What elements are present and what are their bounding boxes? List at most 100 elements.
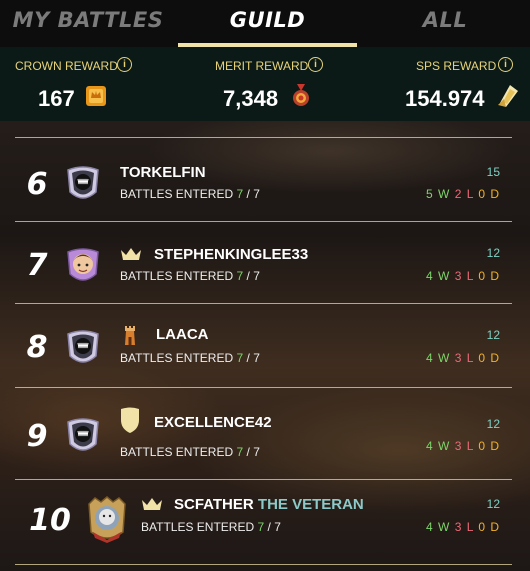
merit-reward-value: 7,348	[223, 86, 279, 111]
tab-guild[interactable]: GUILD	[178, 0, 357, 47]
tab-my-battles[interactable]: MY BATTLES	[0, 0, 176, 47]
shield-icon	[121, 407, 139, 433]
losses: 3 L	[454, 351, 474, 365]
player-name-text: SCFATHER	[174, 496, 254, 513]
draws: 0 D	[478, 439, 500, 453]
battles-entered-label: BATTLES ENTERED	[120, 351, 234, 365]
battles-slash: /	[246, 351, 250, 365]
draws: 0 D	[478, 520, 500, 534]
sps-reward: SPS REWARD i 154.974	[360, 47, 530, 121]
merit-reward-label: MERIT REWARD	[215, 59, 309, 73]
veteran-avatar-icon	[88, 496, 126, 543]
player-name-text: EXCELLENCE42	[154, 414, 272, 431]
battles-entered-count: 7	[236, 187, 244, 201]
player-name: TORKELFIN	[120, 164, 206, 181]
wins: 5 W	[426, 187, 451, 201]
battles-entered: BATTLES ENTERED 7 / 7	[141, 520, 281, 534]
win-loss-draw: 4 W 3 L 0 D	[426, 520, 500, 534]
battles-entered-count: 7	[236, 269, 244, 283]
battles-entered-label: BATTLES ENTERED	[141, 520, 255, 534]
battles-entered-count: 7	[257, 520, 265, 534]
crown-icon	[142, 498, 162, 510]
leaderboard-row[interactable]: 10 SCFATHER THE VETERAN BATTLES ENTERED …	[15, 479, 512, 565]
rank-number: 8	[26, 330, 48, 365]
leaderboard-tabs: MY BATTLES GUILD ALL	[0, 0, 530, 47]
battles-entered: BATTLES ENTERED 7 / 7	[120, 187, 260, 201]
crown-reward-info-icon[interactable]: i	[117, 57, 132, 72]
guild-crest-avatar-icon	[67, 166, 99, 199]
battles-entered-count: 7	[236, 445, 244, 459]
tab-all[interactable]: ALL	[360, 0, 530, 47]
guild-crest-avatar-icon	[67, 418, 99, 451]
leaderboard-row[interactable]: 8 LAACA BATTLES ENTERED 7 / 7 12 4 W 3 L…	[15, 303, 512, 388]
crown-token-icon	[86, 86, 106, 106]
battles-entered-count: 7	[236, 351, 244, 365]
merit-medal-icon	[293, 84, 309, 106]
score: 15	[486, 165, 500, 179]
win-loss-draw: 5 W 2 L 0 D	[426, 187, 500, 201]
wins: 4 W	[426, 351, 451, 365]
crown-reward: CROWN REWARD i 167	[0, 47, 176, 121]
battles-total: 7	[253, 187, 260, 201]
battles-entered-label: BATTLES ENTERED	[120, 445, 234, 459]
merit-reward-info-icon[interactable]: i	[308, 57, 323, 72]
leaderboard-row[interactable]: 9 EXCELLENCE42 BATTLES ENTERED 7 / 7 12 …	[15, 387, 512, 480]
battles-slash: /	[246, 187, 250, 201]
player-name-text: STEPHENKINGLEE33	[154, 246, 309, 263]
rank-number: 9	[26, 419, 48, 454]
win-loss-draw: 4 W 3 L 0 D	[426, 439, 500, 453]
battles-total: 7	[253, 351, 260, 365]
win-loss-draw: 4 W 3 L 0 D	[426, 269, 500, 283]
battles-entered-label: BATTLES ENTERED	[120, 187, 234, 201]
player-name: SCFATHER THE VETERAN	[174, 496, 364, 513]
losses: 2 L	[454, 187, 474, 201]
battles-slash: /	[246, 445, 250, 459]
leaderboard-row[interactable]: 6 TORKELFIN BATTLES ENTERED 7 / 7 15 5 W…	[15, 137, 512, 222]
player-name: LAACA	[156, 326, 209, 343]
player-title: THE VETERAN	[257, 496, 364, 513]
player-name-text: TORKELFIN	[120, 164, 206, 181]
battles-total: 7	[253, 269, 260, 283]
battles-entered: BATTLES ENTERED 7 / 7	[120, 445, 260, 459]
crown-reward-value: 167	[38, 86, 75, 111]
rewards-bar: CROWN REWARD i 167 MERIT REWARD i 7,348 …	[0, 47, 530, 121]
merit-reward: MERIT REWARD i 7,348	[178, 47, 357, 121]
score: 12	[486, 246, 500, 260]
rank-number: 7	[26, 248, 48, 283]
sps-reward-label: SPS REWARD	[416, 59, 497, 73]
losses: 3 L	[454, 269, 474, 283]
battles-total: 7	[253, 445, 260, 459]
sps-reward-value: 154.974	[405, 86, 485, 111]
draws: 0 D	[478, 351, 500, 365]
score: 12	[486, 417, 500, 431]
battles-slash: /	[246, 269, 250, 283]
guild-crest-avatar-icon	[67, 330, 99, 363]
battles-entered: BATTLES ENTERED 7 / 7	[120, 269, 260, 283]
player-avatar-icon	[67, 248, 99, 281]
losses: 3 L	[454, 520, 474, 534]
score: 12	[486, 497, 500, 511]
tower-icon	[125, 326, 135, 345]
draws: 0 D	[478, 269, 500, 283]
rank-number: 10	[29, 503, 71, 538]
crown-icon	[121, 248, 141, 260]
crown-reward-label: CROWN REWARD	[15, 59, 118, 73]
draws: 0 D	[478, 187, 500, 201]
win-loss-draw: 4 W 3 L 0 D	[426, 351, 500, 365]
rank-number: 6	[26, 167, 48, 202]
score: 12	[486, 328, 500, 342]
sps-reward-info-icon[interactable]: i	[498, 57, 513, 72]
battles-entered: BATTLES ENTERED 7 / 7	[120, 351, 260, 365]
battles-slash: /	[267, 520, 271, 534]
player-name-text: LAACA	[156, 326, 209, 343]
losses: 3 L	[454, 439, 474, 453]
wins: 4 W	[426, 520, 451, 534]
player-name: EXCELLENCE42	[154, 414, 272, 431]
sps-token-icon	[498, 85, 518, 107]
leaderboard-row[interactable]: 7 STEPHENKINGLEE33 BATTLES ENTERED 7 / 7…	[15, 221, 512, 304]
player-name: STEPHENKINGLEE33	[154, 246, 308, 263]
battles-entered-label: BATTLES ENTERED	[120, 269, 234, 283]
wins: 4 W	[426, 439, 451, 453]
battles-total: 7	[274, 520, 281, 534]
wins: 4 W	[426, 269, 451, 283]
